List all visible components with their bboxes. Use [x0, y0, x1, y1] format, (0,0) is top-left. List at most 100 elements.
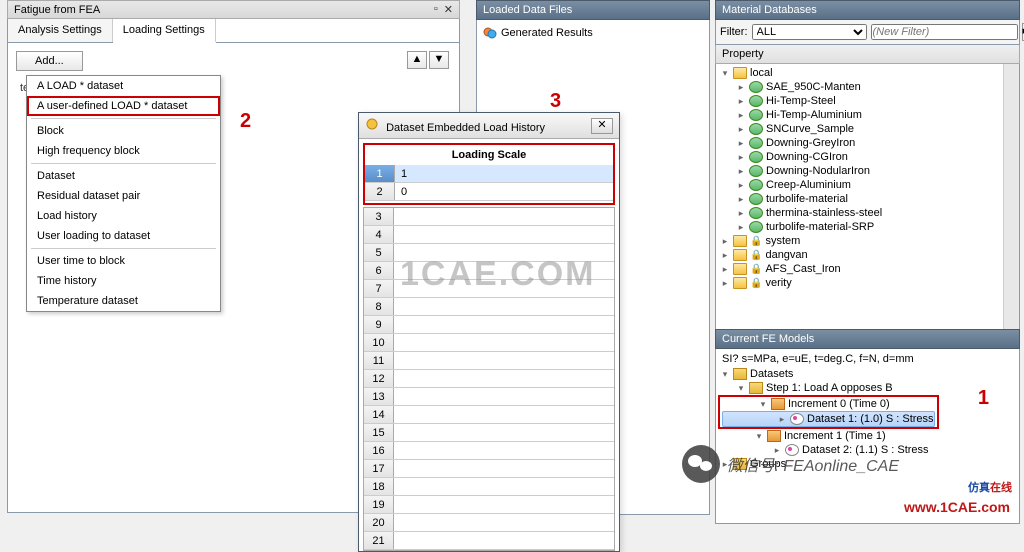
menu-dataset[interactable]: Dataset	[27, 166, 220, 186]
table-row[interactable]: 5	[364, 244, 614, 262]
menu-user-loading-to-dataset[interactable]: User loading to dataset	[27, 226, 220, 246]
cell[interactable]	[394, 352, 614, 369]
expand-icon[interactable]: ▸	[736, 194, 746, 205]
row-header[interactable]: 11	[364, 352, 394, 369]
table-row[interactable]: 14	[364, 406, 614, 424]
row-header[interactable]: 7	[364, 280, 394, 297]
expand-icon[interactable]: ▸	[777, 414, 787, 425]
menu-a-load-dataset[interactable]: A LOAD * dataset	[27, 76, 220, 96]
cell[interactable]	[394, 370, 614, 387]
row-header[interactable]: 12	[364, 370, 394, 387]
cell[interactable]	[394, 406, 614, 423]
row-header[interactable]: 5	[364, 244, 394, 261]
row-header[interactable]: 9	[364, 316, 394, 333]
generated-results-item[interactable]: Generated Results	[481, 24, 705, 42]
table-row[interactable]: 1 1	[365, 165, 613, 183]
cell[interactable]	[394, 460, 614, 477]
tree-node-material[interactable]: ▸SAE_950C-Manten	[718, 80, 1017, 94]
cell[interactable]	[394, 226, 614, 243]
tree-node-material[interactable]: ▸SNCurve_Sample	[718, 122, 1017, 136]
row-header[interactable]: 17	[364, 460, 394, 477]
table-row[interactable]: 4	[364, 226, 614, 244]
menu-load-history[interactable]: Load history	[27, 206, 220, 226]
menu-user-defined-load-dataset[interactable]: A user-defined LOAD * dataset	[27, 96, 220, 116]
tree-node-datasets[interactable]: ▾ Datasets	[718, 367, 1017, 381]
table-row[interactable]: 16	[364, 442, 614, 460]
table-row[interactable]: 12	[364, 370, 614, 388]
table-row[interactable]: 3	[364, 208, 614, 226]
tree-node-database[interactable]: ▸system	[718, 234, 1017, 248]
expand-icon[interactable]: ▸	[736, 166, 746, 177]
filter-input[interactable]	[871, 24, 1018, 40]
tree-node-database[interactable]: ▸AFS_Cast_Iron	[718, 262, 1017, 276]
menu-residual-pair[interactable]: Residual dataset pair	[27, 186, 220, 206]
cell[interactable]	[394, 334, 614, 351]
expand-icon[interactable]: ▸	[736, 180, 746, 191]
cell[interactable]	[394, 514, 614, 531]
table-row[interactable]: 18	[364, 478, 614, 496]
tree-node-dataset1[interactable]: ▸ Dataset 1: (1.0) S : Stress	[722, 411, 935, 427]
table-row[interactable]: 10	[364, 334, 614, 352]
menu-temperature-dataset[interactable]: Temperature dataset	[27, 291, 220, 311]
cell[interactable]	[394, 442, 614, 459]
row-header[interactable]: 3	[364, 208, 394, 225]
collapse-icon[interactable]: ▾	[720, 369, 730, 380]
expand-icon[interactable]: ▸	[720, 264, 730, 275]
table-row[interactable]: 11	[364, 352, 614, 370]
collapse-icon[interactable]: ▾	[754, 431, 764, 442]
row-header[interactable]: 16	[364, 442, 394, 459]
expand-icon[interactable]: ▸	[736, 152, 746, 163]
cell[interactable]	[394, 532, 614, 549]
tree-node-material[interactable]: ▸Creep-Aluminium	[718, 178, 1017, 192]
add-button[interactable]: Add...	[16, 51, 83, 71]
table-row[interactable]: 20	[364, 514, 614, 532]
cell[interactable]	[394, 262, 614, 279]
close-icon[interactable]: ✕	[444, 3, 453, 16]
row-header[interactable]: 20	[364, 514, 394, 531]
row-header[interactable]: 10	[364, 334, 394, 351]
tab-loading-settings[interactable]: Loading Settings	[113, 19, 216, 43]
table-row[interactable]: 15	[364, 424, 614, 442]
tree-node-material[interactable]: ▸thermina-stainless-steel	[718, 206, 1017, 220]
row-header[interactable]: 1	[365, 165, 395, 182]
cell[interactable]	[394, 388, 614, 405]
row-header[interactable]: 19	[364, 496, 394, 513]
table-row[interactable]: 7	[364, 280, 614, 298]
cell[interactable]	[394, 496, 614, 513]
menu-high-freq-block[interactable]: High frequency block	[27, 141, 220, 161]
tree-node-material[interactable]: ▸Hi-Temp-Aluminium	[718, 108, 1017, 122]
tree-node-material[interactable]: ▸turbolife-material	[718, 192, 1017, 206]
expand-icon[interactable]: ▸	[736, 208, 746, 219]
table-row[interactable]: 19	[364, 496, 614, 514]
dock-icon[interactable]: ▫	[434, 3, 438, 16]
expand-icon[interactable]: ▸	[736, 110, 746, 121]
row-header[interactable]: 4	[364, 226, 394, 243]
row-header[interactable]: 8	[364, 298, 394, 315]
collapse-icon[interactable]: ▾	[736, 383, 746, 394]
cell[interactable]	[394, 298, 614, 315]
menu-user-time-to-block[interactable]: User time to block	[27, 251, 220, 271]
dialog-titlebar[interactable]: Dataset Embedded Load History ✕	[359, 113, 619, 139]
expand-icon[interactable]: ▸	[720, 250, 730, 261]
menu-block[interactable]: Block	[27, 121, 220, 141]
cell[interactable]	[394, 208, 614, 225]
tree-node-local[interactable]: ▾ local	[718, 66, 1017, 80]
row-header[interactable]: 15	[364, 424, 394, 441]
cell[interactable]: 0	[395, 183, 613, 200]
tree-node-material[interactable]: ▸Downing-CGIron	[718, 150, 1017, 164]
expand-icon[interactable]: ▸	[736, 138, 746, 149]
table-row[interactable]: 17	[364, 460, 614, 478]
cell[interactable]	[394, 316, 614, 333]
scrollbar[interactable]	[1003, 64, 1019, 336]
cell[interactable]	[394, 244, 614, 261]
expand-icon[interactable]: ▸	[720, 278, 730, 289]
cell[interactable]	[394, 424, 614, 441]
table-row[interactable]: 13	[364, 388, 614, 406]
table-row[interactable]: 9	[364, 316, 614, 334]
row-header[interactable]: 18	[364, 478, 394, 495]
tree-node-material[interactable]: ▸Downing-NodularIron	[718, 164, 1017, 178]
tree-node-increment0[interactable]: ▾ Increment 0 (Time 0)	[722, 397, 935, 411]
row-header[interactable]: 6	[364, 262, 394, 279]
tree-node-database[interactable]: ▸dangvan	[718, 248, 1017, 262]
expand-icon[interactable]: ▸	[736, 124, 746, 135]
